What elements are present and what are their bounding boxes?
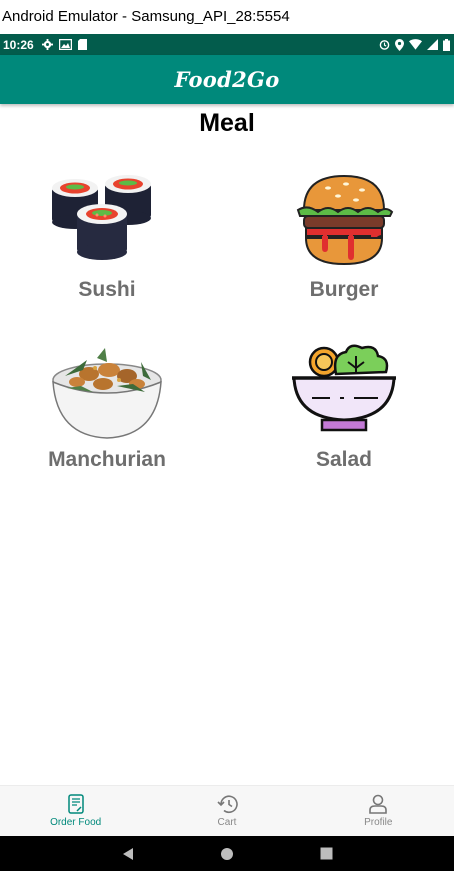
recents-square-icon: [320, 847, 333, 860]
settings-icon: [41, 39, 53, 50]
system-navigation-bar: [0, 836, 454, 871]
meal-label: Burger: [309, 278, 379, 301]
app-title: Food2Go: [174, 67, 280, 92]
window-title: Android Emulator - Samsung_API_28:5554: [0, 0, 454, 34]
nav-profile[interactable]: Profile: [318, 794, 438, 828]
battery-icon: [443, 38, 450, 51]
sd-card-icon: [77, 39, 87, 50]
app-bar: Food2Go: [0, 55, 454, 104]
nav-cart[interactable]: Cart: [167, 794, 287, 828]
alarm-icon: [379, 40, 390, 50]
nav-label: Order Food: [50, 817, 102, 828]
sushi-icon: [52, 175, 151, 260]
nav-label: Cart: [217, 817, 237, 828]
meal-item-salad[interactable]: Salad: [254, 340, 434, 490]
meal-item-burger[interactable]: Burger: [254, 170, 434, 320]
status-time: 10:26: [3, 37, 34, 52]
location-icon: [395, 38, 404, 51]
meal-label: Sushi: [78, 278, 136, 301]
meal-label: Manchurian: [48, 448, 166, 471]
order-food-icon: [67, 794, 84, 814]
back-button[interactable]: [118, 844, 138, 864]
section-title: Meal: [199, 109, 255, 137]
bottom-navigation: Order Food Cart Profile: [0, 785, 454, 836]
back-triangle-icon: [122, 847, 133, 860]
history-icon: [217, 795, 238, 814]
signal-icon: [427, 39, 438, 50]
status-bar: 10:26: [0, 34, 454, 55]
home-button[interactable]: [217, 844, 237, 864]
burger-icon: [296, 174, 394, 266]
home-circle-icon: [220, 847, 233, 860]
gallery-icon: [58, 39, 72, 50]
person-icon: [369, 794, 388, 814]
wifi-icon: [409, 39, 422, 50]
recents-button[interactable]: [316, 844, 336, 864]
meal-label: Salad: [315, 448, 373, 471]
nav-order-food[interactable]: Order Food: [16, 794, 136, 828]
salad-icon: [292, 344, 396, 432]
meal-item-manchurian[interactable]: Manchurian: [17, 340, 197, 490]
nav-label: Profile: [364, 817, 393, 828]
meal-item-sushi[interactable]: Sushi: [17, 170, 197, 320]
manchurian-icon: [52, 348, 162, 439]
